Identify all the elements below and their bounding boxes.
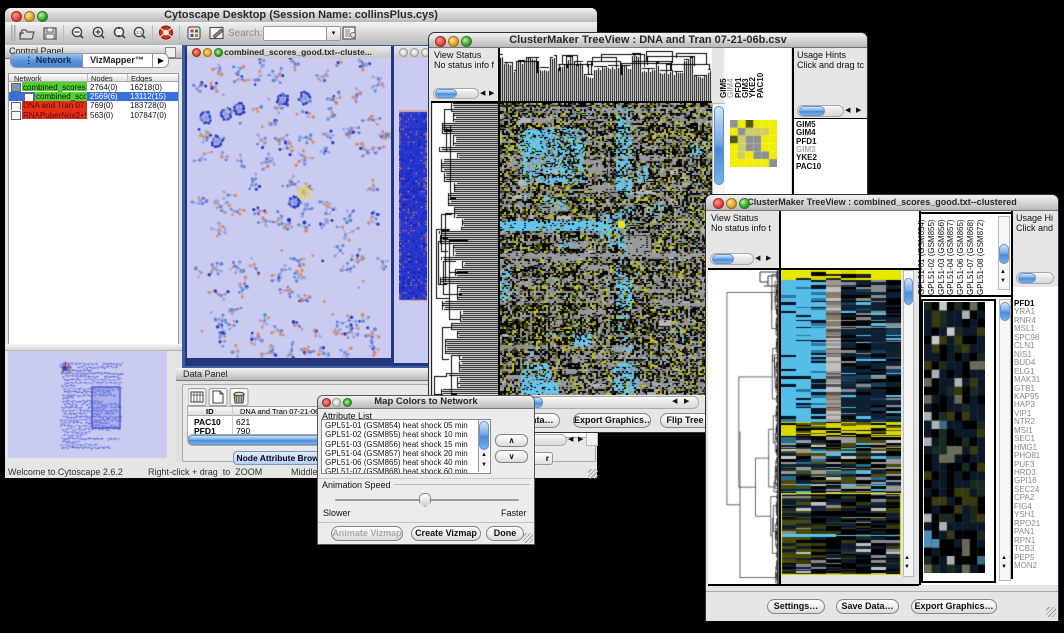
svg-text:1:1: 1:1 bbox=[136, 30, 143, 35]
